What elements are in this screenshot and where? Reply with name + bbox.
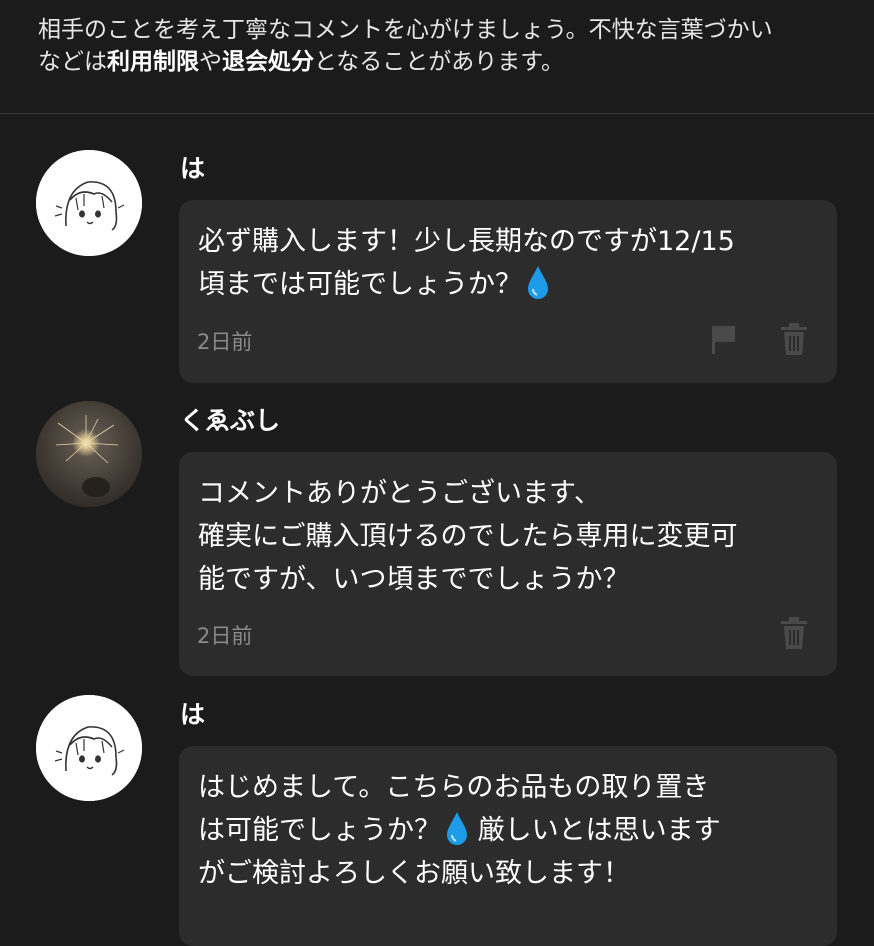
comment-username: くゑぶし <box>180 406 281 435</box>
comment-username: は <box>180 154 206 183</box>
notice-text: 相手のことを考え丁寧なコメントを心がけましょう。不快な言葉づかい <box>38 17 773 43</box>
notice-text: や <box>199 49 222 75</box>
comment-bubble: はじめまして。こちらのお品もの取り置き は可能でしょうか？ 厳しいとは思います … <box>179 746 837 946</box>
flag-icon[interactable] <box>709 322 739 356</box>
comment-message: コメントありがとうございます、 確実にご購入頂けるのでしたら専用に変更可 能です… <box>198 478 738 595</box>
avatar[interactable] <box>36 150 142 256</box>
notice-text: などは <box>38 49 107 75</box>
notice-bold-usage-restriction: 利用制限 <box>107 49 199 75</box>
comment-bubble: 必ず購入します！少し長期なのですが12/15 頃までは可能でしょうか？ 2日前 <box>179 200 837 383</box>
avatar-illustration-icon <box>36 695 142 801</box>
droplet-emoji-icon <box>447 812 467 845</box>
comment-guideline-notice: 相手のことを考え丁寧なコメントを心がけましょう。不快な言葉づかい などは利用制限… <box>38 14 848 78</box>
avatar-illustration-icon <box>36 150 142 256</box>
trash-icon[interactable] <box>779 322 809 356</box>
comment-timestamp: 2日前 <box>197 330 253 354</box>
avatar[interactable] <box>36 695 142 801</box>
avatar[interactable] <box>36 401 142 507</box>
notice-bold-account-deletion: 退会処分 <box>222 49 314 75</box>
comment-message: 必ず購入します！少し長期なのですが12/15 頃までは可能でしょうか？ <box>198 220 826 306</box>
comment-timestamp: 2日前 <box>197 624 253 648</box>
comment-username: は <box>180 700 206 729</box>
droplet-emoji-icon <box>528 266 548 299</box>
trash-icon[interactable] <box>779 616 809 650</box>
comment-message: はじめまして。こちらのお品もの取り置き は可能でしょうか？ 厳しいとは思います … <box>198 766 826 895</box>
divider <box>0 113 874 114</box>
avatar-sparkler-photo-icon <box>36 401 142 507</box>
comment-text: 必ず購入します！少し長期なのですが12/15 頃までは可能でしょうか？ <box>198 226 735 300</box>
notice-text: となることがあります。 <box>314 49 565 75</box>
comment-bubble: コメントありがとうございます、 確実にご購入頂けるのでしたら専用に変更可 能です… <box>179 452 837 676</box>
